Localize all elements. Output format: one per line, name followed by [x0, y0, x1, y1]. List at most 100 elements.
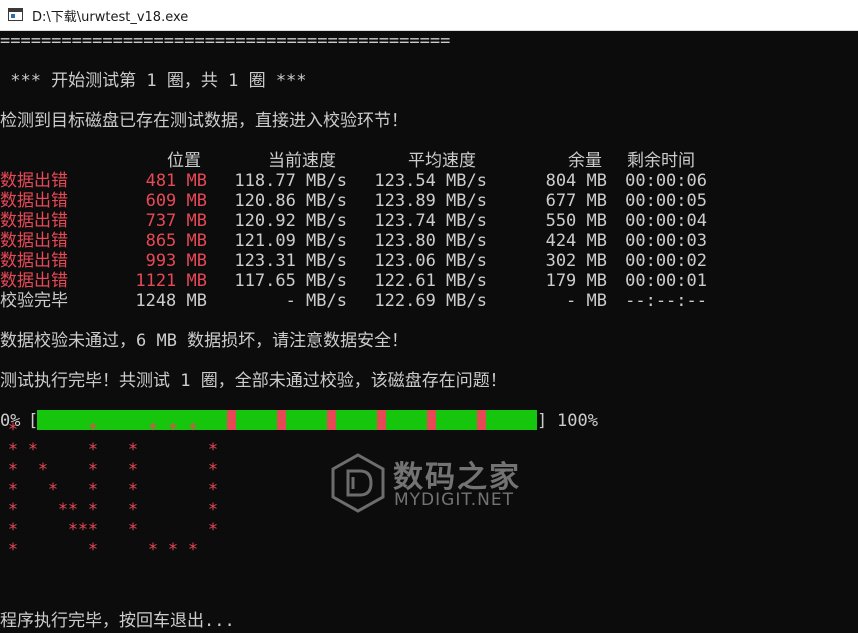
cell-avg: 123.54 MB/s — [374, 171, 487, 191]
cell-avg: 123.89 MB/s — [374, 191, 487, 211]
art-star: * — [7, 420, 19, 440]
verify-fail-message: 数据校验未通过，6 MB 数据损坏，请注意数据安全！ — [0, 331, 409, 351]
art-star: * — [207, 520, 219, 540]
exit-message: 程序执行完毕，按回车退出... — [0, 611, 235, 631]
cell-avg: 122.69 MB/s — [374, 291, 487, 311]
cell-cur: 121.09 MB/s — [234, 231, 347, 251]
round-header: *** 开始测试第 1 圈，共 1 圈 *** — [0, 71, 307, 91]
art-star: * — [7, 480, 19, 500]
cell-rem: 677 MB — [545, 191, 607, 211]
cell-status: 数据出错 — [0, 271, 68, 291]
cell-time: 00:00:01 — [625, 271, 707, 291]
progress-bad-block — [477, 410, 486, 430]
progress-bad-block — [227, 410, 236, 430]
progress-bad-block — [327, 410, 336, 430]
separator-line: ========================================… — [0, 31, 451, 51]
cell-pos: 737 MB — [145, 211, 207, 231]
watermark-url: MYDIGIT.NET — [394, 490, 514, 510]
art-star: * — [127, 460, 139, 480]
art-star: * — [187, 420, 199, 440]
cell-rem: - MB — [566, 291, 607, 311]
art-star: * — [127, 520, 139, 540]
summary-message: 测试执行完毕！共测试 1 圈，全部未通过校验，该磁盘存在问题！ — [0, 371, 507, 391]
header-remaining: 余量 — [568, 151, 602, 171]
art-star: * — [7, 440, 19, 460]
art-star: * — [147, 420, 159, 440]
art-star: * — [87, 420, 99, 440]
cell-avg: 123.74 MB/s — [374, 211, 487, 231]
cell-avg: 122.61 MB/s — [374, 271, 487, 291]
art-star: * — [87, 460, 99, 480]
progress-bar — [37, 410, 537, 430]
art-star: * — [87, 500, 99, 520]
art-star: * — [207, 460, 219, 480]
cell-time: --:--:-- — [625, 291, 707, 311]
cell-cur: 120.86 MB/s — [234, 191, 347, 211]
cell-cur: 118.77 MB/s — [234, 171, 347, 191]
cell-rem: 179 MB — [545, 271, 607, 291]
progress-bad-block — [427, 410, 436, 430]
progress-close-bracket: ] — [537, 411, 548, 431]
cell-cur: 123.31 MB/s — [234, 251, 347, 271]
art-star: * — [7, 460, 19, 480]
art-star: * — [87, 540, 99, 560]
cell-cur: - MB/s — [285, 291, 347, 311]
cell-cur: 117.65 MB/s — [234, 271, 347, 291]
art-star: * — [187, 540, 199, 560]
cell-avg: 123.06 MB/s — [374, 251, 487, 271]
cell-pos: 1248 MB — [135, 291, 207, 311]
cell-time: 00:00:06 — [625, 171, 707, 191]
cell-pos: 609 MB — [145, 191, 207, 211]
progress-bad-block — [277, 410, 286, 430]
art-star: * — [87, 440, 99, 460]
cell-rem: 424 MB — [545, 231, 607, 251]
header-current-speed: 当前速度 — [268, 151, 336, 171]
title-bar[interactable]: D:\下载\urwtest_v18.exe — [0, 0, 858, 31]
cell-status: 校验完毕 — [0, 291, 68, 311]
art-star: * — [67, 500, 79, 520]
art-star: * — [127, 440, 139, 460]
art-star: * — [207, 500, 219, 520]
cell-pos: 1121 MB — [135, 271, 207, 291]
header-time-left: 剩余时间 — [627, 151, 695, 171]
header-position: 位置 — [167, 151, 201, 171]
cell-rem: 804 MB — [545, 171, 607, 191]
cell-status: 数据出错 — [0, 171, 68, 191]
cell-status: 数据出错 — [0, 231, 68, 251]
art-star: * — [37, 460, 49, 480]
cell-pos: 481 MB — [145, 171, 207, 191]
art-star: * — [127, 500, 139, 520]
art-star: * — [47, 480, 59, 500]
cell-avg: 123.80 MB/s — [374, 231, 487, 251]
cell-rem: 302 MB — [545, 251, 607, 271]
progress-bad-block — [377, 410, 386, 430]
detect-message: 检测到目标磁盘已存在测试数据，直接进入校验环节！ — [0, 111, 408, 131]
art-star: * — [207, 440, 219, 460]
art-star: * — [7, 520, 19, 540]
cell-cur: 120.92 MB/s — [234, 211, 347, 231]
art-star: * — [7, 540, 19, 560]
cell-status: 数据出错 — [0, 191, 68, 211]
cell-status: 数据出错 — [0, 211, 68, 231]
art-star: * — [147, 540, 159, 560]
header-average-speed: 平均速度 — [408, 151, 476, 171]
art-star: * — [127, 480, 139, 500]
cell-time: 00:00:04 — [625, 211, 707, 231]
progress-end-label: 100% — [557, 411, 598, 431]
cell-time: 00:00:03 — [625, 231, 707, 251]
art-star: * — [167, 540, 179, 560]
cell-time: 00:00:02 — [625, 251, 707, 271]
art-star: * — [87, 480, 99, 500]
cell-status: 数据出错 — [0, 251, 68, 271]
console-app-icon — [8, 8, 23, 21]
cell-rem: 550 MB — [545, 211, 607, 231]
console-output[interactable]: ========================================… — [0, 31, 858, 633]
art-star: * — [77, 520, 89, 540]
art-star: * — [167, 420, 179, 440]
art-star: * — [27, 440, 39, 460]
art-star: * — [7, 500, 19, 520]
window-title: D:\下载\urwtest_v18.exe — [32, 10, 189, 25]
cell-pos: 865 MB — [145, 231, 207, 251]
art-star: * — [207, 480, 219, 500]
cell-time: 00:00:05 — [625, 191, 707, 211]
